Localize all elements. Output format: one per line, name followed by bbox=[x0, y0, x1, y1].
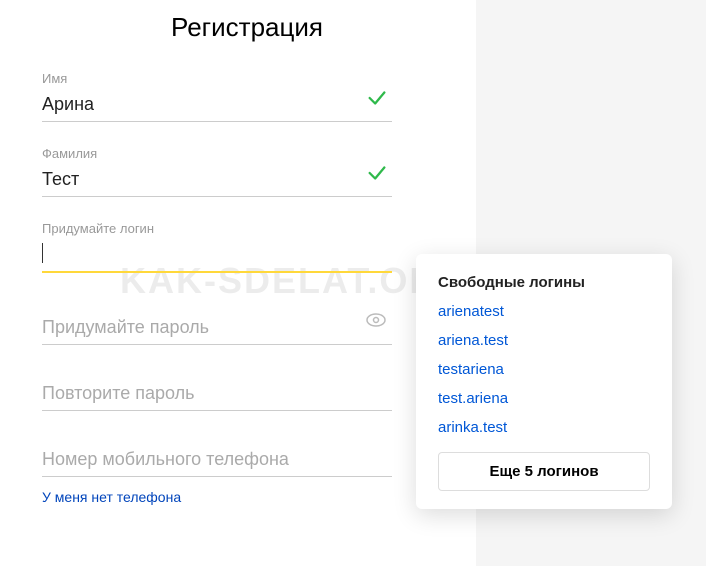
firstname-field: Имя bbox=[42, 71, 392, 122]
check-icon bbox=[366, 162, 388, 189]
lastname-label: Фамилия bbox=[42, 146, 392, 161]
more-logins-button[interactable]: Еще 5 логинов bbox=[438, 452, 650, 491]
eye-icon[interactable] bbox=[364, 308, 388, 337]
phone-input[interactable] bbox=[42, 445, 392, 477]
no-phone-link[interactable]: У меня нет телефона bbox=[42, 489, 181, 505]
password-confirm-field bbox=[42, 379, 392, 411]
text-cursor bbox=[42, 243, 43, 263]
lastname-input[interactable] bbox=[42, 165, 392, 197]
password-field bbox=[42, 313, 392, 345]
password-input[interactable] bbox=[42, 313, 392, 345]
suggestions-title: Свободные логины bbox=[438, 274, 650, 291]
check-icon bbox=[366, 87, 388, 114]
phone-field bbox=[42, 445, 392, 477]
password-confirm-input[interactable] bbox=[42, 379, 392, 411]
suggestion-item[interactable]: test.ariena bbox=[438, 390, 650, 407]
suggestion-item[interactable]: ariena.test bbox=[438, 332, 650, 349]
suggestion-item[interactable]: arinka.test bbox=[438, 419, 650, 436]
firstname-label: Имя bbox=[42, 71, 392, 86]
suggestion-item[interactable]: testariena bbox=[438, 361, 650, 378]
page-title: Регистрация bbox=[102, 12, 392, 43]
login-label: Придумайте логин bbox=[42, 221, 392, 236]
registration-form: Регистрация Имя Фамилия Придумайте логин… bbox=[42, 12, 392, 507]
lastname-field: Фамилия bbox=[42, 146, 392, 197]
firstname-input[interactable] bbox=[42, 90, 392, 122]
login-field: Придумайте логин bbox=[42, 221, 392, 273]
login-input[interactable] bbox=[42, 240, 392, 273]
login-suggestions-panel: Свободные логины arienatest ariena.test … bbox=[416, 254, 672, 509]
suggestion-item[interactable]: arienatest bbox=[438, 303, 650, 320]
